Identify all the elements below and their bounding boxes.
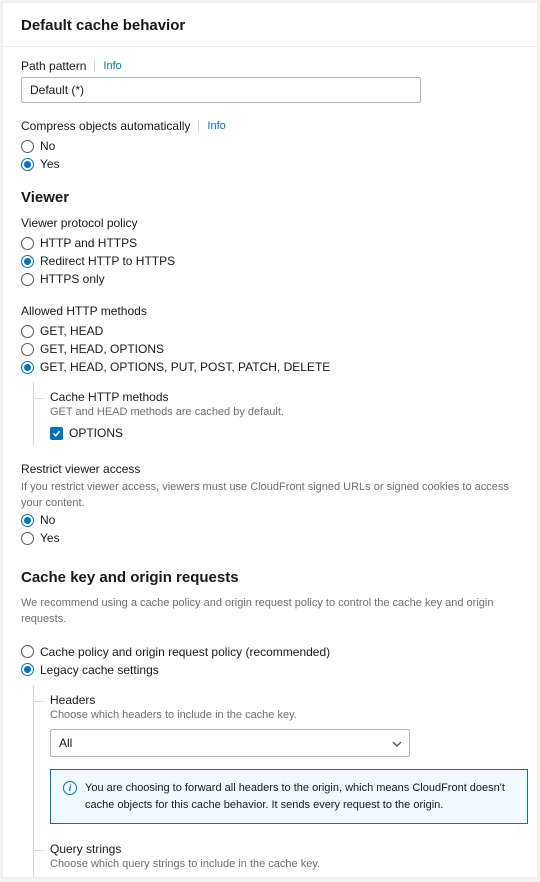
headers-label: Headers	[50, 693, 519, 707]
headers-item: Headers Choose which headers to include …	[50, 685, 519, 834]
alert-text: You are choosing to forward all headers …	[85, 780, 515, 813]
radio-icon	[21, 361, 34, 374]
query-strings-label: Query strings	[50, 842, 519, 856]
cache-key-heading: Cache key and origin requests	[21, 569, 519, 586]
default-cache-behavior-panel: Default cache behavior Path pattern Info…	[2, 2, 538, 878]
protocol-https-only-label: HTTPS only	[40, 272, 105, 286]
headers-all-alert: i You are choosing to forward all header…	[50, 769, 528, 824]
methods-get-head-options-radio[interactable]: GET, HEAD, OPTIONS	[21, 340, 519, 358]
divider	[198, 120, 199, 132]
restrict-no-label: No	[40, 513, 55, 527]
protocol-redirect-label: Redirect HTTP to HTTPS	[40, 254, 175, 268]
protocol-https-only-radio[interactable]: HTTPS only	[21, 270, 519, 288]
path-pattern-input[interactable]	[21, 77, 421, 103]
policy-recommended-radio[interactable]: Cache policy and origin request policy (…	[21, 643, 519, 661]
cache-key-help: We recommend using a cache policy and or…	[21, 596, 519, 627]
allowed-methods-label-row: Allowed HTTP methods	[21, 304, 519, 318]
methods-all-radio[interactable]: GET, HEAD, OPTIONS, PUT, POST, PATCH, DE…	[21, 358, 519, 376]
radio-icon	[21, 273, 34, 286]
policy-recommended-label: Cache policy and origin request policy (…	[40, 645, 330, 659]
restrict-viewer-help: If you restrict viewer access, viewers m…	[21, 480, 519, 511]
panel-title: Default cache behavior	[21, 17, 519, 34]
radio-icon	[21, 255, 34, 268]
panel-header: Default cache behavior	[3, 3, 537, 47]
info-icon: i	[63, 781, 77, 795]
restrict-viewer-label-row: Restrict viewer access	[21, 462, 519, 476]
radio-icon	[21, 514, 34, 527]
path-pattern-label: Path pattern	[21, 59, 86, 73]
compress-yes-label: Yes	[40, 157, 60, 171]
protocol-redirect-radio[interactable]: Redirect HTTP to HTTPS	[21, 252, 519, 270]
restrict-yes-label: Yes	[40, 531, 60, 545]
radio-icon	[21, 532, 34, 545]
compress-label-row: Compress objects automatically Info	[21, 119, 519, 133]
protocol-http-https-label: HTTP and HTTPS	[40, 236, 137, 250]
methods-all-label: GET, HEAD, OPTIONS, PUT, POST, PATCH, DE…	[40, 360, 330, 374]
legacy-settings-group: Headers Choose which headers to include …	[33, 685, 519, 878]
divider	[94, 60, 95, 72]
panel-body: Path pattern Info Compress objects autom…	[3, 47, 537, 878]
path-pattern-label-row: Path pattern Info	[21, 59, 519, 73]
methods-get-head-options-label: GET, HEAD, OPTIONS	[40, 342, 164, 356]
viewer-protocol-label: Viewer protocol policy	[21, 216, 138, 230]
restrict-yes-radio[interactable]: Yes	[21, 529, 519, 547]
headers-select[interactable]: All	[50, 729, 410, 757]
query-strings-item: Query strings Choose which query strings…	[50, 834, 519, 878]
allowed-methods-label: Allowed HTTP methods	[21, 304, 147, 318]
radio-icon	[21, 343, 34, 356]
compress-no-label: No	[40, 139, 55, 153]
restrict-viewer-label: Restrict viewer access	[21, 462, 140, 476]
radio-icon	[21, 325, 34, 338]
headers-select-value: All	[59, 736, 72, 750]
radio-icon	[21, 140, 34, 153]
cache-http-methods-block: Cache HTTP methods GET and HEAD methods …	[33, 382, 519, 446]
compress-yes-radio[interactable]: Yes	[21, 155, 519, 173]
protocol-http-https-radio[interactable]: HTTP and HTTPS	[21, 234, 519, 252]
compress-label: Compress objects automatically	[21, 119, 190, 133]
compress-no-radio[interactable]: No	[21, 137, 519, 155]
cache-http-options-checkbox[interactable]: OPTIONS	[50, 424, 519, 442]
cache-http-methods-label: Cache HTTP methods	[50, 390, 519, 404]
checkbox-icon	[50, 427, 63, 440]
radio-icon	[21, 158, 34, 171]
viewer-protocol-label-row: Viewer protocol policy	[21, 216, 519, 230]
radio-icon	[21, 237, 34, 250]
policy-legacy-radio[interactable]: Legacy cache settings	[21, 661, 519, 679]
radio-icon	[21, 645, 34, 658]
restrict-no-radio[interactable]: No	[21, 511, 519, 529]
check-icon	[52, 429, 61, 438]
radio-icon	[21, 663, 34, 676]
cache-http-options-label: OPTIONS	[69, 426, 123, 440]
viewer-heading: Viewer	[21, 189, 519, 206]
cache-http-methods-help: GET and HEAD methods are cached by defau…	[50, 405, 519, 420]
policy-legacy-label: Legacy cache settings	[40, 663, 159, 677]
query-strings-help: Choose which query strings to include in…	[50, 857, 519, 872]
headers-help: Choose which headers to include in the c…	[50, 708, 519, 723]
methods-get-head-label: GET, HEAD	[40, 324, 103, 338]
methods-get-head-radio[interactable]: GET, HEAD	[21, 322, 519, 340]
path-pattern-info-link[interactable]: Info	[103, 60, 121, 72]
compress-info-link[interactable]: Info	[207, 120, 225, 132]
